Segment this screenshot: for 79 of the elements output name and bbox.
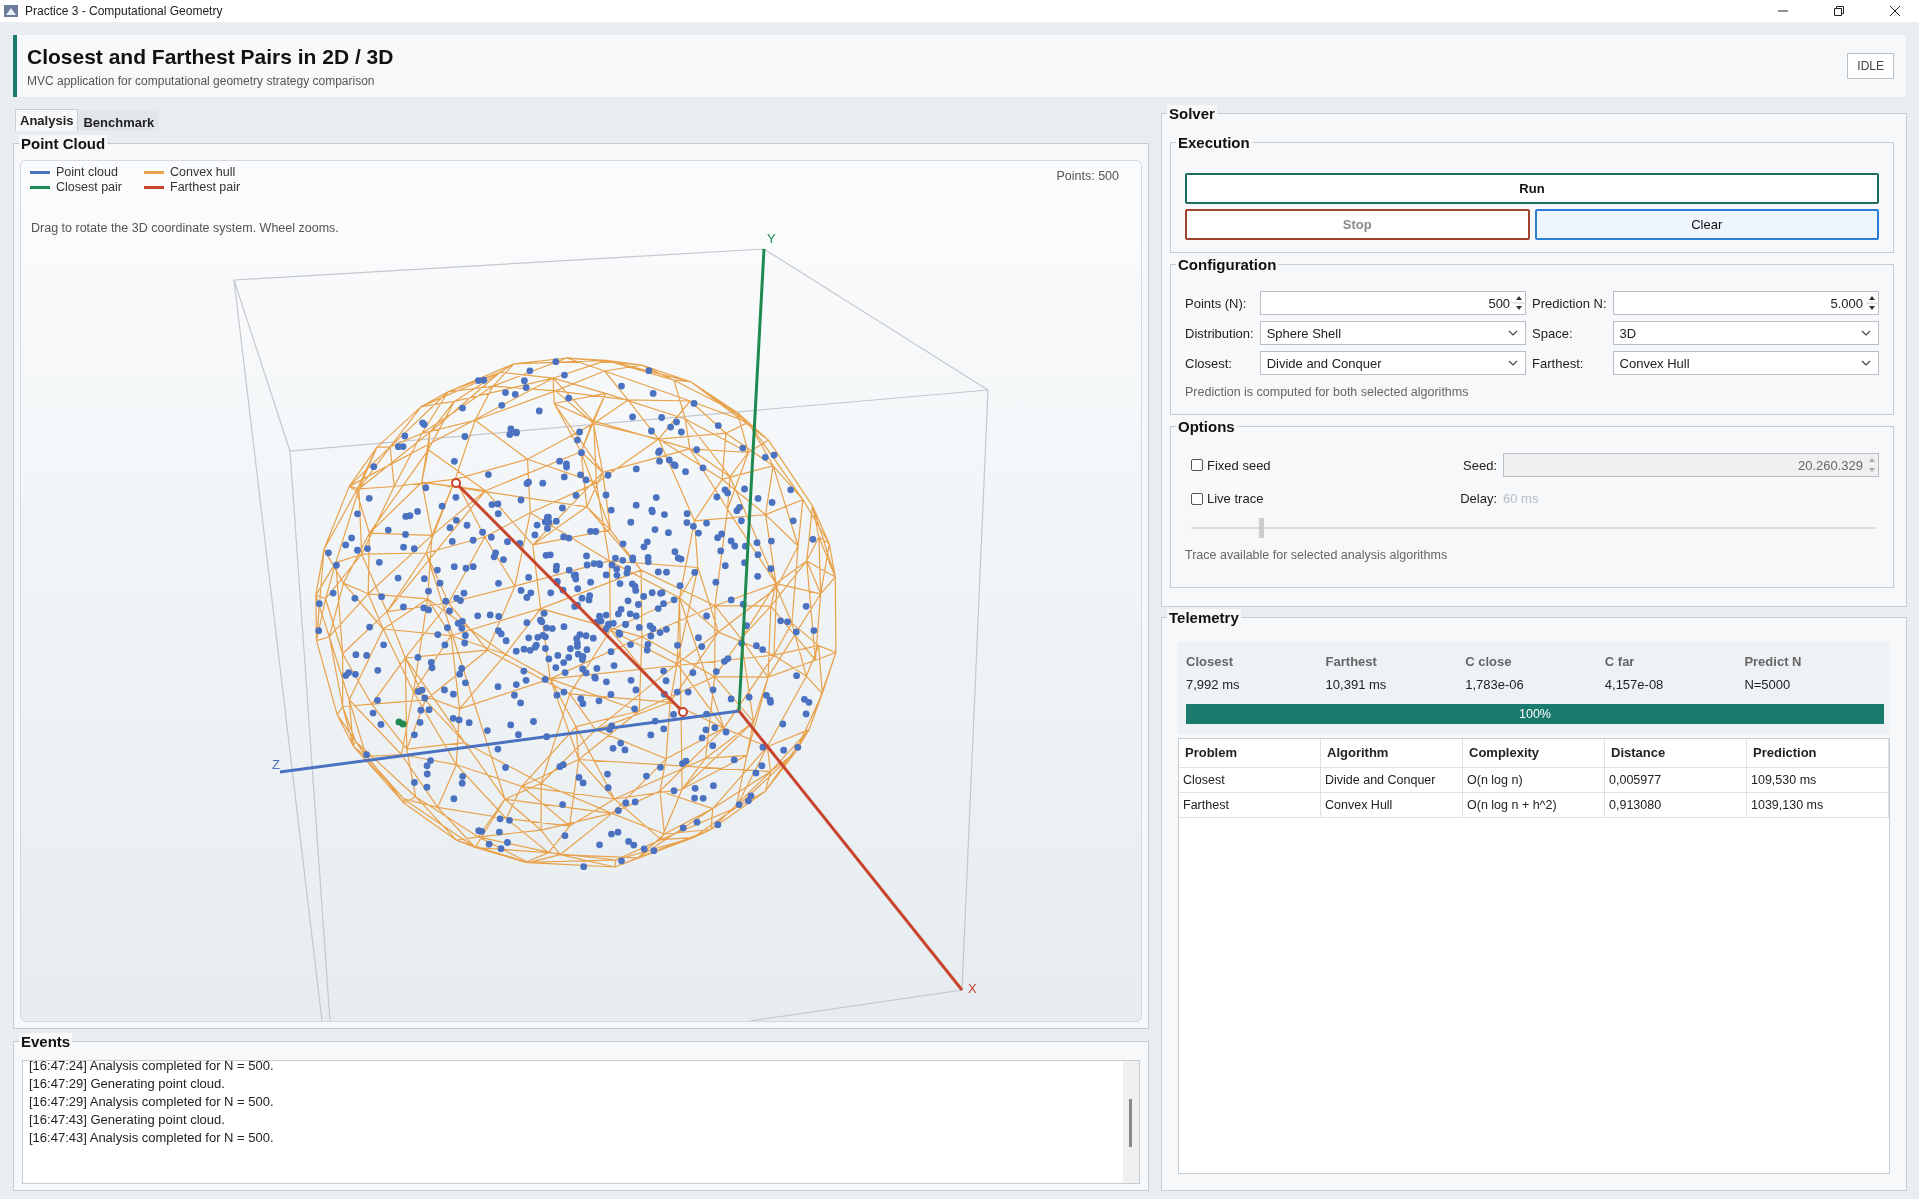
table-cell: O(n log n + h^2) [1463, 793, 1605, 818]
field-label: Farthest: [1532, 355, 1585, 371]
stat-label: Predict N [1744, 654, 1803, 669]
field-label: Points (N): [1185, 295, 1248, 311]
log-line: [16:47:24] Analysis completed for N = 500. [29, 1061, 275, 1075]
axis-label: Z [272, 757, 280, 772]
window-title: Practice 3 - Computational Geometry [25, 4, 223, 18]
stat-value: 4,157e-08 [1604, 677, 1665, 692]
field-label: Seed: [1462, 457, 1497, 473]
table-cell: Convex Hull [1321, 793, 1463, 818]
stat-value: 7,992 ms [1186, 677, 1241, 692]
configuration-note: Prediction is computed for both selected algorithms [1185, 385, 1470, 399]
checkbox-label[interactable]: Live trace [1207, 491, 1264, 506]
chevron-down-icon [1508, 360, 1519, 366]
stat-value: N=5000 [1744, 677, 1792, 692]
chevron-down-icon [1508, 330, 1519, 336]
tab[interactable]: Benchmark [78, 111, 160, 131]
field-label: Space: [1532, 325, 1574, 341]
log-line: [16:47:43] Analysis completed for N = 500. [29, 1129, 275, 1147]
chevron-down-icon [1861, 330, 1871, 336]
action-button[interactable]: Run [1185, 173, 1879, 204]
options-note: Trace available for selected analysis algorithms [1185, 548, 1449, 562]
checkbox-label[interactable]: Fixed seed [1207, 457, 1271, 473]
log-line: [16:47:43] Generating point cloud. [29, 1111, 226, 1129]
progress-text: 100% [1519, 707, 1551, 721]
section-title: Options [1176, 418, 1237, 436]
stat-label: Closest [1186, 654, 1234, 669]
axis-label: X [968, 981, 977, 996]
table-cell: 1039,130 ms [1747, 793, 1889, 818]
axis-label: Y [767, 231, 776, 246]
table-cell: Divide and Conquer [1321, 768, 1463, 793]
table-cell: Closest [1179, 768, 1321, 793]
app-subtitle: MVC application for computational geometry strategy comparison [27, 73, 376, 88]
column-header: Algorithm [1321, 739, 1463, 768]
stat-value: 1,783e-06 [1465, 677, 1525, 692]
table-cell: 0,005977 [1605, 768, 1747, 793]
table-cell: 109,530 ms [1747, 768, 1889, 793]
point-count: Points: 500 [1056, 169, 1119, 183]
legend-label: Convex hull [170, 165, 236, 179]
action-button[interactable]: Clear [1534, 209, 1879, 240]
dropdown[interactable]: Convex Hull [1612, 351, 1879, 375]
panel-title: Telemetry [1167, 609, 1241, 627]
tab[interactable]: Analysis [15, 109, 79, 131]
closest-pair-drawing [395, 718, 407, 728]
plot-hint: Drag to rotate the 3D coordinate system. Wheel zooms. [31, 221, 339, 235]
legend-label: Farthest pair [170, 180, 241, 194]
number-spinner[interactable]: 500 [1259, 291, 1527, 315]
status-badge: IDLE [1847, 53, 1894, 79]
section-title: Configuration [1176, 256, 1279, 274]
field-label: Prediction N: [1532, 295, 1607, 311]
chevron-down-icon [1861, 360, 1871, 366]
column-header: Complexity [1463, 739, 1605, 768]
app-title: Closest and Farthest Pairs in 2D / 3D [27, 44, 394, 69]
field-label: Delay: [1459, 491, 1497, 506]
dropdown[interactable]: 3D [1612, 321, 1879, 345]
stat-label: C far [1604, 654, 1636, 669]
legend-label: Closest pair [56, 180, 122, 194]
column-header: Problem [1179, 739, 1321, 768]
app-icon [3, 3, 19, 19]
column-header: Distance [1605, 739, 1747, 768]
table-cell: Farthest [1179, 793, 1321, 818]
number-spinner[interactable]: 5.000 [1612, 291, 1879, 315]
log-line: [16:47:29] Generating point cloud. [29, 1075, 226, 1093]
checkbox[interactable] [1191, 459, 1203, 471]
log-line: [16:47:29] Analysis completed for N = 500. [29, 1093, 275, 1111]
field-label: Closest: [1185, 355, 1233, 371]
table-cell: O(n log n) [1463, 768, 1605, 793]
dropdown[interactable]: Divide and Conquer [1259, 351, 1527, 375]
checkbox[interactable] [1191, 492, 1203, 505]
column-header: Prediction [1747, 739, 1889, 768]
legend-label: Point cloud [56, 165, 118, 179]
stat-label: C close [1465, 654, 1513, 669]
dropdown[interactable]: Sphere Shell [1259, 321, 1527, 345]
stat-label: Farthest [1325, 654, 1378, 669]
field-label: Distribution: [1185, 325, 1254, 341]
scrollbar-thumb[interactable] [1129, 1099, 1132, 1147]
table-cell: 0,913080 [1605, 793, 1747, 818]
delay-value: 60 ms [1503, 491, 1540, 506]
stat-value: 10,391 ms [1325, 677, 1388, 692]
